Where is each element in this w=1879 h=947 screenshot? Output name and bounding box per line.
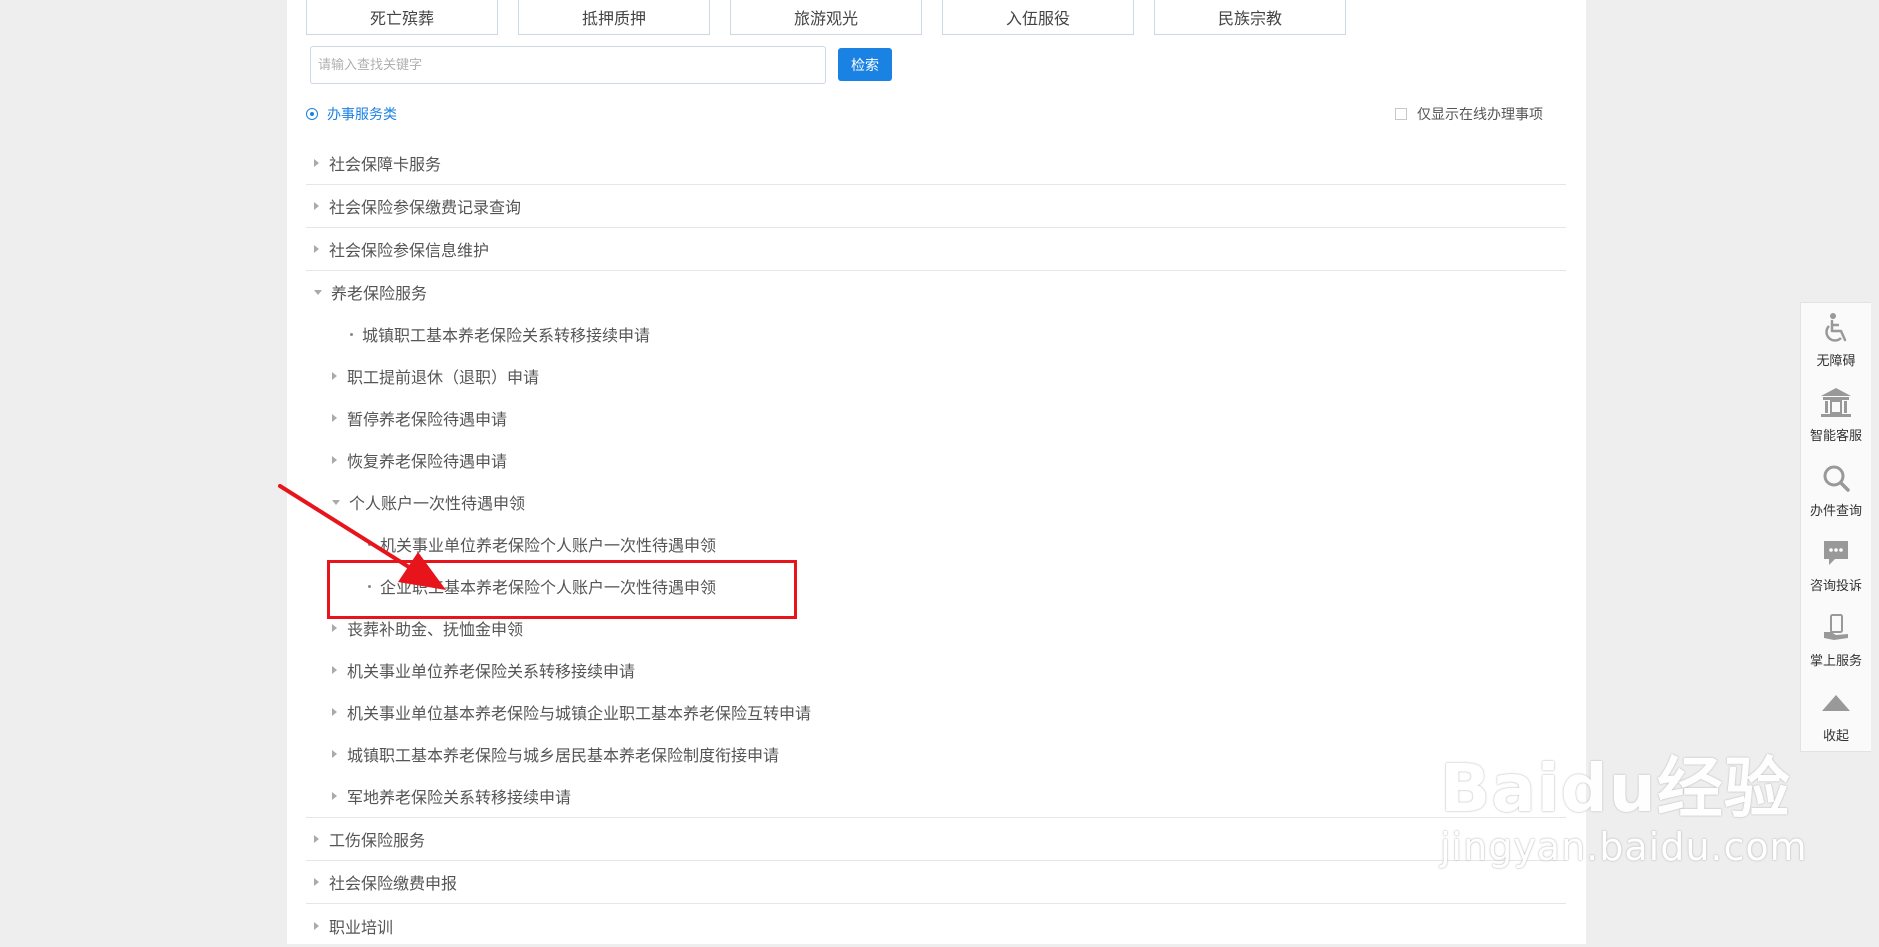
pension-item-label: 丧葬补助金、抚恤金申领	[347, 620, 524, 639]
sidebar-label: 掌上服务	[1809, 654, 1862, 669]
service-type-radio[interactable]: 办事服务类	[306, 104, 397, 124]
bullet-icon	[368, 584, 371, 588]
wheelchair-icon	[1819, 311, 1853, 345]
triangle-up-icon	[1819, 686, 1853, 720]
sidebar-query[interactable]: 办件查询	[1801, 453, 1871, 528]
pension-group: 养老保险服务 城镇职工基本养老保险关系转移接续申请 职工提前退休（退职）申请 暂…	[306, 271, 1566, 818]
tree-item-payment-declaration[interactable]: 社会保险缴费申报	[306, 861, 1566, 904]
tree-item-work-injury[interactable]: 工伤保险服务	[306, 818, 1566, 861]
category-ethnic-religion[interactable]: 民族宗教	[1154, 0, 1346, 35]
bullet-icon	[368, 542, 371, 546]
pension-item-funeral-subsidy[interactable]: 丧葬补助金、抚恤金申领	[306, 607, 1566, 649]
expand-arrow-icon	[332, 750, 337, 758]
category-military-service[interactable]: 入伍服役	[942, 0, 1134, 35]
tree-item-label: 职业培训	[329, 917, 394, 937]
category-death-funeral[interactable]: 死亡殡葬	[306, 0, 498, 35]
search-icon	[1819, 461, 1853, 495]
sidebar-smart-service[interactable]: 智能客服	[1801, 378, 1871, 453]
pension-item-resume-benefits[interactable]: 恢复养老保险待遇申请	[306, 439, 1566, 481]
bullet-icon	[350, 332, 353, 336]
expand-arrow-icon	[332, 372, 337, 380]
sidebar-consult[interactable]: 咨询投诉	[1801, 528, 1871, 603]
tree-item-pension-service[interactable]: 养老保险服务	[306, 271, 1566, 313]
pension-item-urban-transfer[interactable]: 城镇职工基本养老保险关系转移接续申请	[306, 313, 1566, 355]
sidebar-label: 咨询投诉	[1809, 579, 1862, 594]
pension-item-early-retirement[interactable]: 职工提前退休（退职）申请	[306, 355, 1566, 397]
expand-arrow-icon	[332, 456, 337, 464]
pension-item-institution-transfer[interactable]: 机关事业单位养老保险关系转移接续申请	[306, 649, 1566, 691]
pension-item-mutual-transfer[interactable]: 机关事业单位基本养老保险与城镇企业职工基本养老保险互转申请	[306, 691, 1566, 733]
pension-item-label: 城镇职工基本养老保险关系转移接续申请	[362, 326, 651, 345]
service-tree: 社会保障卡服务 社会保险参保缴费记录查询 社会保险参保信息维护 养老保险服务 城…	[306, 142, 1566, 947]
online-only-checkbox[interactable]: 仅显示在线办理事项	[1395, 104, 1543, 124]
search-button[interactable]: 检索	[838, 48, 892, 81]
chat-bubble-icon	[1819, 536, 1853, 570]
tree-item-insurance-info-maintenance[interactable]: 社会保险参保信息维护	[306, 228, 1566, 271]
checkbox-label: 仅显示在线办理事项	[1417, 107, 1543, 123]
pension-item-label: 恢复养老保险待遇申请	[347, 452, 508, 471]
pension-item-label: 暂停养老保险待遇申请	[347, 410, 508, 429]
checkbox-box	[1395, 108, 1407, 120]
pension-item-suspend-benefits[interactable]: 暂停养老保险待遇申请	[306, 397, 1566, 439]
tree-item-label: 社会保险参保信息维护	[329, 241, 490, 260]
radio-selected-icon	[306, 108, 318, 120]
expand-arrow-icon	[314, 202, 319, 210]
sidebar-label: 智能客服	[1809, 429, 1862, 444]
pension-item-label: 军地养老保险关系转移接续申请	[347, 788, 572, 807]
expand-arrow-icon	[332, 708, 337, 716]
tree-item-payment-record-query[interactable]: 社会保险参保缴费记录查询	[306, 185, 1566, 228]
expand-arrow-icon	[314, 921, 319, 930]
collapse-arrow-icon	[332, 499, 340, 505]
tree-item-label: 工伤保险服务	[329, 831, 426, 850]
pension-item-military-transfer[interactable]: 军地养老保险关系转移接续申请	[306, 775, 1566, 817]
sidebar-mobile[interactable]: 掌上服务	[1801, 603, 1871, 678]
tree-item-label: 社会保障卡服务	[329, 155, 442, 174]
hand-phone-icon	[1819, 611, 1853, 645]
floating-sidebar: 无障碍 智能客服 办件查询 咨询投诉 掌上服务 收起	[1800, 302, 1871, 752]
search-input[interactable]	[310, 46, 826, 84]
pension-item-label: 机关事业单位基本养老保险与城镇企业职工基本养老保险互转申请	[347, 704, 812, 723]
lump-sum-item-label: 机关事业单位养老保险个人账户一次性待遇申领	[380, 536, 717, 555]
tree-item-label: 社会保险缴费申报	[329, 874, 458, 893]
category-tourism[interactable]: 旅游观光	[730, 0, 922, 35]
pension-item-label: 个人账户一次性待遇申领	[349, 494, 526, 513]
category-mortgage[interactable]: 抵押质押	[518, 0, 710, 35]
lump-sum-item-institution[interactable]: 机关事业单位养老保险个人账户一次性待遇申领	[306, 523, 1566, 565]
pension-item-label: 职工提前退休（退职）申请	[347, 368, 540, 387]
expand-arrow-icon	[332, 792, 337, 800]
tree-item-social-security-card[interactable]: 社会保障卡服务	[306, 142, 1566, 185]
expand-arrow-icon	[332, 624, 337, 632]
pension-item-label: 机关事业单位养老保险关系转移接续申请	[347, 662, 636, 681]
pension-item-lump-sum[interactable]: 个人账户一次性待遇申领	[306, 481, 1566, 523]
tree-item-label: 社会保险参保缴费记录查询	[329, 198, 522, 217]
tree-item-vocational-training[interactable]: 职业培训	[306, 904, 1566, 947]
radio-label: 办事服务类	[327, 107, 397, 123]
sidebar-collapse[interactable]: 收起	[1801, 678, 1871, 753]
expand-arrow-icon	[314, 878, 319, 886]
expand-arrow-icon	[314, 245, 319, 253]
expand-arrow-icon	[332, 414, 337, 422]
category-tabs: 死亡殡葬 抵押质押 旅游观光 入伍服役 民族宗教	[306, 0, 1346, 36]
sidebar-label: 办件查询	[1809, 504, 1862, 519]
sidebar-label: 无障碍	[1816, 354, 1856, 369]
lump-sum-item-label: 企业职工基本养老保险个人账户一次性待遇申领	[380, 578, 717, 597]
sidebar-accessibility[interactable]: 无障碍	[1801, 303, 1871, 378]
collapse-arrow-icon	[314, 289, 322, 295]
lump-sum-item-enterprise[interactable]: 企业职工基本养老保险个人账户一次性待遇申领	[306, 565, 1566, 607]
tree-item-label: 养老保险服务	[331, 284, 428, 303]
expand-arrow-icon	[332, 666, 337, 674]
pension-item-label: 城镇职工基本养老保险与城乡居民基本养老保险制度衔接申请	[347, 746, 780, 765]
expand-arrow-icon	[314, 159, 319, 167]
service-building-icon	[1819, 386, 1853, 420]
expand-arrow-icon	[314, 835, 319, 843]
pension-item-urban-rural-link[interactable]: 城镇职工基本养老保险与城乡居民基本养老保险制度衔接申请	[306, 733, 1566, 775]
sidebar-label: 收起	[1822, 729, 1849, 744]
